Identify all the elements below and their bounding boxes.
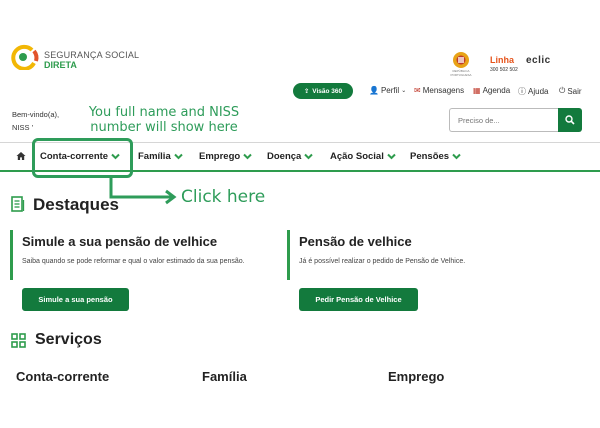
search-button[interactable] — [558, 108, 582, 132]
sair-label: Sair — [567, 86, 582, 96]
mensagens-label: Mensagens — [422, 86, 465, 95]
chevron-down-icon — [243, 153, 252, 160]
agenda-link[interactable]: ▦ Agenda — [473, 86, 510, 95]
nav-label: Emprego — [199, 151, 241, 162]
nav-item-pensoes[interactable]: Pensões — [410, 151, 461, 162]
simule-pensao-button[interactable]: Simule a sua pensão — [22, 288, 129, 311]
niss-text: NISS ' — [12, 123, 34, 132]
help-icon: ⓘ — [518, 87, 526, 96]
chevron-down-icon: ⌄ — [401, 88, 407, 94]
card-text: Saiba quando se pode reformar e qual o v… — [22, 258, 245, 265]
upload-icon: ⇪ — [303, 88, 310, 95]
card-accent-bar — [10, 230, 13, 280]
perfil-menu[interactable]: 👤 Perfil ⌄ — [369, 86, 406, 95]
nav-label: Doença — [267, 151, 302, 162]
seguranca-social-logo-icon[interactable] — [10, 44, 40, 70]
nav-label: Pensões — [410, 151, 450, 162]
grid-icon — [11, 333, 26, 348]
chevron-down-icon — [174, 153, 183, 160]
search-icon — [565, 115, 575, 125]
servicos-column-emprego[interactable]: Emprego — [388, 369, 444, 384]
chevron-down-icon — [304, 153, 314, 160]
perfil-label: Perfil — [380, 86, 400, 95]
agenda-label: Agenda — [482, 86, 511, 95]
eclic-logo[interactable]: eclic — [526, 55, 551, 66]
nav-item-emprego[interactable]: Emprego — [199, 151, 252, 162]
card-title: Pensão de velhice — [299, 234, 412, 249]
envelope-icon: ✉ — [414, 86, 421, 95]
nav-label: Ação Social — [330, 151, 384, 162]
ajuda-label: Ajuda — [528, 87, 549, 96]
ajuda-link[interactable]: ⓘ Ajuda — [518, 86, 548, 97]
power-icon: ⏻ — [559, 86, 566, 95]
welcome-text: Bem-vindo(a), — [12, 110, 60, 119]
card-text: Já é possível realizar o pedido de Pensã… — [299, 258, 466, 265]
calendar-icon: ▦ — [473, 86, 481, 95]
nav-item-familia[interactable]: Família — [138, 151, 183, 162]
nav-item-acao-social[interactable]: Ação Social — [330, 151, 396, 162]
home-icon[interactable] — [16, 151, 26, 161]
sair-link[interactable]: ⏻ Sair — [559, 86, 582, 96]
servicos-column-conta-corrente[interactable]: Conta-corrente — [16, 369, 109, 384]
chevron-down-icon — [452, 153, 461, 160]
linha-phone-number: 300 502 502 — [490, 67, 518, 73]
servicos-heading: Serviços — [35, 331, 102, 348]
destaques-heading: Destaques — [33, 195, 119, 214]
nav-label: Família — [138, 151, 171, 162]
emblem-caption: REPÚBLICA PORTUGUESA — [450, 69, 472, 77]
servicos-column-familia[interactable]: Família — [202, 369, 247, 384]
chevron-down-icon — [387, 153, 396, 160]
nav-item-doenca[interactable]: Doença — [267, 151, 314, 162]
card-accent-bar — [287, 230, 290, 280]
card-title: Simule a sua pensão de velhice — [22, 234, 218, 249]
name-annotation: You full name and NISS number will show … — [88, 105, 240, 135]
visao-360-button[interactable]: ⇪ Visão 360 — [293, 83, 353, 99]
user-icon: 👤 — [369, 86, 379, 95]
highlight-annotation-box — [32, 138, 133, 178]
click-here-annotation: Click here — [181, 187, 266, 207]
mensagens-link[interactable]: ✉ Mensagens — [414, 86, 464, 95]
logo-subtitle: DIRETA — [44, 60, 77, 70]
visao-360-label: Visão 360 — [312, 87, 343, 95]
document-icon — [11, 196, 25, 212]
pedir-pensao-button[interactable]: Pedir Pensão de Velhice — [299, 288, 418, 311]
linha-logo[interactable]: Linha — [490, 55, 514, 65]
logo-title: SEGURANÇA SOCIAL — [44, 50, 140, 60]
search-input[interactable] — [449, 108, 558, 132]
